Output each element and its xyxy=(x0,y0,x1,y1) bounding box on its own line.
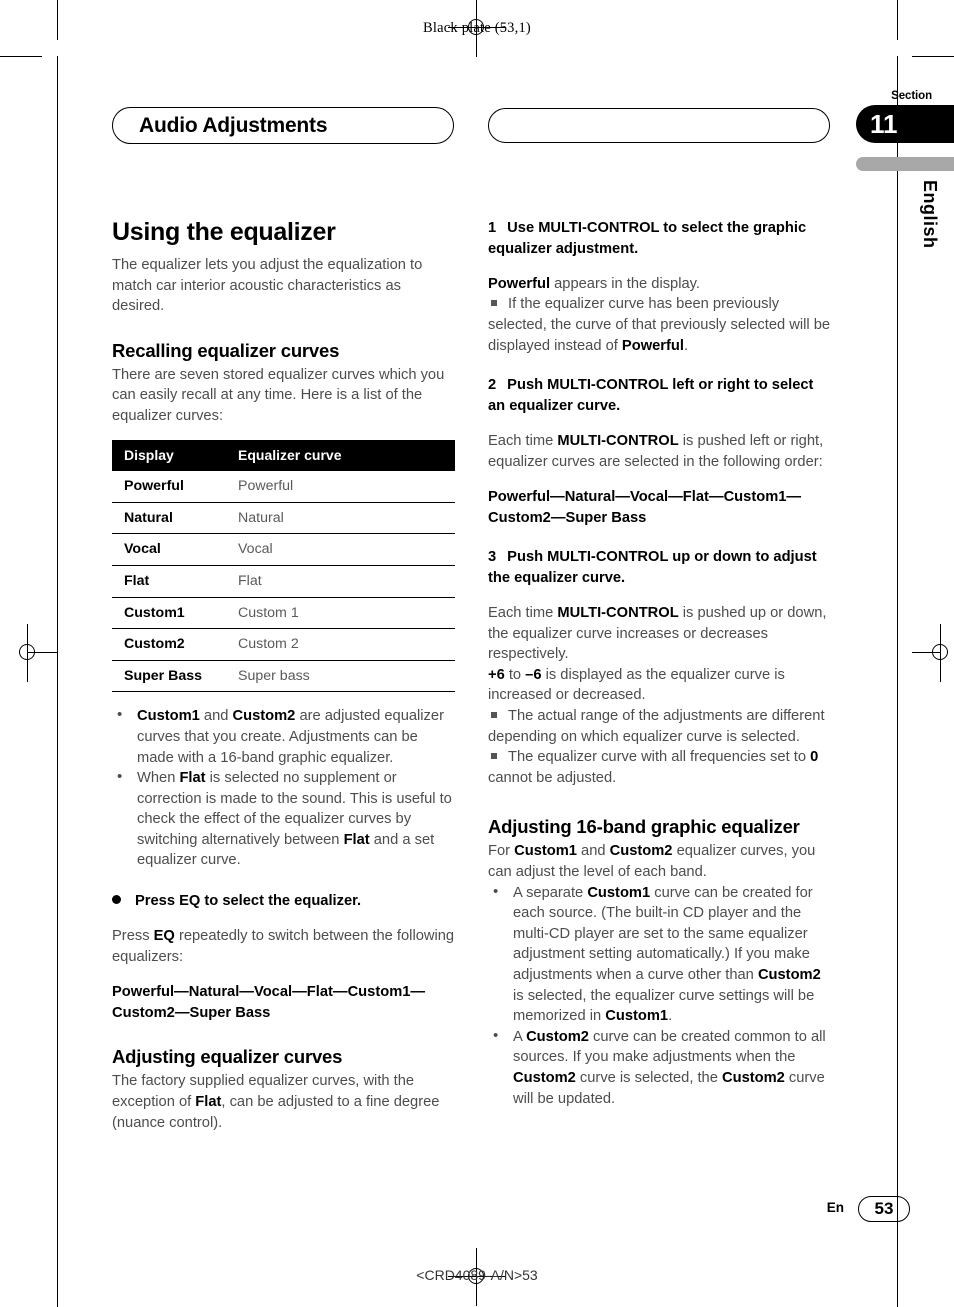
table-cell-curve: Vocal xyxy=(224,533,455,566)
table-cell-display: Vocal xyxy=(112,533,224,566)
step-1: 1 Use MULTI-CONTROL to select the graphic… xyxy=(488,218,831,356)
chapter-title-text: Audio Adjustments xyxy=(139,114,328,137)
heading-adjusting-16-band-graphic-equalizer: Adjusting 16-band graphic equalizer xyxy=(488,816,800,838)
step-3-body: Each time MULTI-CONTROL is pushed up or … xyxy=(488,605,827,663)
adjusting-body: The factory supplied equalizer curves, w… xyxy=(112,1073,440,1131)
step-1-heading-text: Use MULTI-CONTROL to select the graphic … xyxy=(488,220,807,257)
step-3-number: 3 xyxy=(488,549,497,566)
operation-sequence: Powerful—Natural—Vocal—Flat—Custom1—Cust… xyxy=(112,984,426,1021)
footer-page-number: 53 xyxy=(858,1196,910,1222)
note-item: The equalizer curve with all frequencies… xyxy=(488,749,819,786)
table-row: Powerful Powerful xyxy=(112,471,455,503)
table-cell-curve: Natural xyxy=(224,502,455,535)
table-cell-curve: Custom 1 xyxy=(224,597,455,630)
table-header-display: Display xyxy=(112,439,224,472)
table-cell-curve: Super bass xyxy=(224,660,455,693)
list-item: Custom1 and Custom2 are adjusted equaliz… xyxy=(112,705,455,768)
table-cell-curve: Flat xyxy=(224,565,455,598)
table-cell-display: Natural xyxy=(112,502,224,535)
graphic-eq-intro: For Custom1 and Custom2 equalizer curves… xyxy=(488,843,816,880)
table-cell-display: Powerful xyxy=(112,471,224,503)
heading-adjusting-equalizer-curves: Adjusting equalizer curves xyxy=(112,1046,343,1068)
left-column: Using the equalizer The equalizer lets y… xyxy=(112,218,455,1133)
step-2-body: Each time MULTI-CONTROL is pushed left o… xyxy=(488,433,824,470)
table-cell-curve: Powerful xyxy=(224,471,455,503)
section-label: Section xyxy=(891,90,932,102)
language-tab-label: English xyxy=(920,180,940,249)
filled-circle-icon xyxy=(112,895,121,905)
list-item: A separate Custom1 curve can be created … xyxy=(488,882,831,1027)
step-3-body-2: +6 to –6 is displayed as the equalizer c… xyxy=(488,666,785,704)
footer-language-code: En xyxy=(826,1200,844,1215)
square-bullet-icon xyxy=(491,753,497,760)
page-title: Using the equalizer xyxy=(112,218,336,246)
table-row: Natural Natural xyxy=(112,502,455,535)
step-1-number: 1 xyxy=(488,220,497,236)
step-2-heading-text: Push MULTI-CONTROL left or right to sele… xyxy=(488,377,814,414)
step-2-number: 2 xyxy=(488,377,497,394)
step-3-heading-text: Push MULTI-CONTROL up or down to adjust … xyxy=(488,549,817,586)
right-column: 1 Use MULTI-CONTROL to select the graphic… xyxy=(488,218,831,1109)
note-item: The actual range of the adjustments are … xyxy=(488,708,825,745)
step-1-heading: 1 Use MULTI-CONTROL to select the graphic… xyxy=(488,218,831,259)
table-row: Flat Flat xyxy=(112,565,455,598)
operation-heading-text: Press EQ to select the equalizer. xyxy=(135,893,362,910)
list-item: A Custom2 curve can be created common to… xyxy=(488,1026,831,1109)
equalizer-curves-table: Display Equalizer curve Powerful Powerfu… xyxy=(112,439,455,693)
margin-rule-left xyxy=(57,56,58,1266)
language-tab-bar xyxy=(856,157,954,171)
table-cell-display: Custom2 xyxy=(112,628,224,661)
step-3-notes: The actual range of the adjustments are … xyxy=(488,706,831,788)
footer-document-code: <CRD4089-A/N>53 xyxy=(416,1267,538,1283)
chapter-title-pill: Audio Adjustments xyxy=(112,107,454,144)
step-2-sequence: Powerful—Natural—Vocal—Flat—Custom1—Cust… xyxy=(488,489,802,526)
square-bullet-icon xyxy=(491,712,497,719)
graphic-eq-bullet-list: A separate Custom1 curve can be created … xyxy=(488,882,831,1110)
table-row: Super Bass Super bass xyxy=(112,660,455,693)
crop-mark-top-right-horizontal xyxy=(912,56,954,57)
step-1-body: Powerful appears in the display. xyxy=(488,275,700,292)
table-cell-curve: Custom 2 xyxy=(224,628,455,661)
table-cell-display: Super Bass xyxy=(112,660,224,693)
intro-paragraph: The equalizer lets you adjust the equali… xyxy=(112,257,423,315)
operation-body: Press EQ repeatedly to switch between th… xyxy=(112,928,455,965)
table-cell-display: Flat xyxy=(112,565,224,598)
list-item: When Flat is selected no supplement or c… xyxy=(112,767,455,871)
step-2: 2 Push MULTI-CONTROL left or right to sel… xyxy=(488,375,831,528)
table-row: Custom2 Custom 2 xyxy=(112,628,455,661)
empty-header-pill xyxy=(488,108,830,143)
step-1-notes: If the equalizer curve has been previous… xyxy=(488,294,831,356)
step-3: 3 Push MULTI-CONTROL up or down to adjust… xyxy=(488,547,831,788)
registration-mark-left xyxy=(13,624,57,682)
section-number-badge: 11 xyxy=(856,105,954,143)
square-bullet-icon xyxy=(491,300,497,307)
running-head-black-plate: Black plate (53,1) xyxy=(423,20,531,36)
operation-heading-press-eq: Press EQ to select the equalizer. xyxy=(112,891,455,912)
table-row: Vocal Vocal xyxy=(112,533,455,566)
step-2-heading: 2 Push MULTI-CONTROL left or right to sel… xyxy=(488,375,831,416)
table-cell-display: Custom1 xyxy=(112,597,224,630)
table-header-row: Display Equalizer curve xyxy=(112,439,455,472)
crop-mark-top-left-horizontal xyxy=(0,56,42,57)
step-3-heading: 3 Push MULTI-CONTROL up or down to adjust… xyxy=(488,547,831,588)
table-header-equalizer-curve: Equalizer curve xyxy=(224,439,455,472)
note-item: If the equalizer curve has been previous… xyxy=(488,296,831,354)
recalling-intro: There are seven stored equalizer curves … xyxy=(112,366,445,424)
table-row: Custom1 Custom 1 xyxy=(112,597,455,630)
margin-rule-right xyxy=(897,56,898,1266)
recalling-bullet-list: Custom1 and Custom2 are adjusted equaliz… xyxy=(112,705,455,871)
heading-recalling-equalizer-curves: Recalling equalizer curves xyxy=(112,339,340,361)
registration-mark-right xyxy=(912,624,954,682)
